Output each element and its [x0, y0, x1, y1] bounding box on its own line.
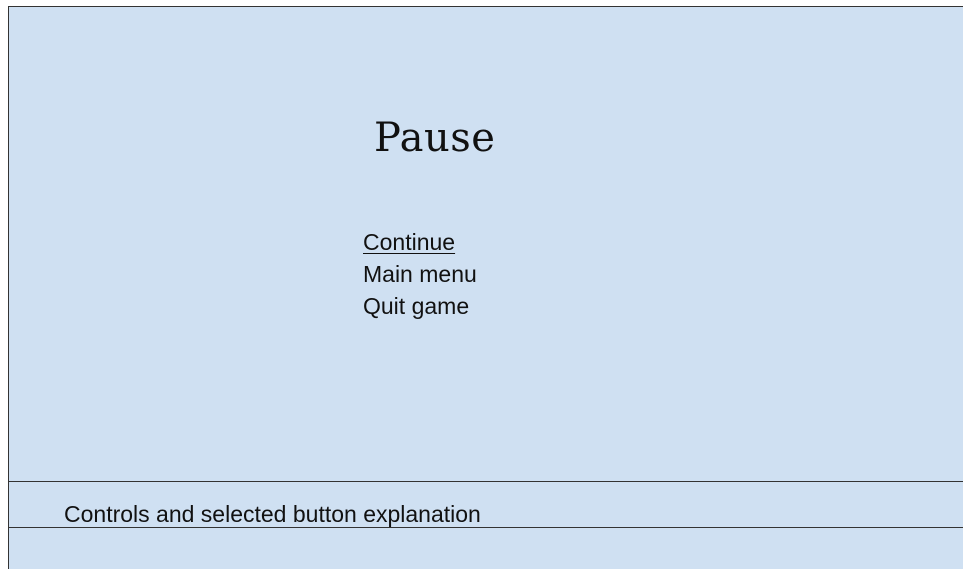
footer-bottom-divider — [9, 527, 963, 528]
footer-top-divider — [9, 481, 963, 482]
menu-item-continue[interactable]: Continue — [363, 226, 477, 258]
pause-screen: Pause Continue Main menu Quit game Contr… — [8, 6, 963, 569]
menu-item-main-menu[interactable]: Main menu — [363, 258, 477, 290]
menu-item-quit-game[interactable]: Quit game — [363, 290, 477, 322]
pause-menu: Continue Main menu Quit game — [363, 226, 477, 322]
pause-title: Pause — [374, 115, 496, 161]
controls-explanation: Controls and selected button explanation — [64, 501, 481, 527]
